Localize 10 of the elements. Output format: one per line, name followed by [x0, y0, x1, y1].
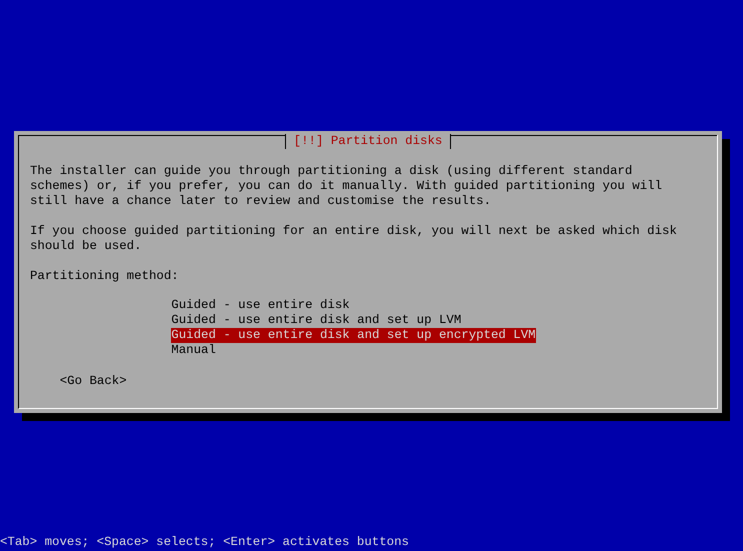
prompt-label: Partitioning method: [30, 269, 180, 284]
menu-option[interactable]: Manual [171, 343, 216, 358]
dialog-title: [!!] Partition disks [284, 134, 452, 148]
description-text: If you choose guided partitioning for an entire disk, you will next be asked which disk should be used. [30, 224, 678, 254]
status-bar-text: <Tab> moves; <Space> selects; <Enter> activates buttons [0, 535, 410, 551]
menu-option[interactable]: Guided - use entire disk [171, 298, 350, 313]
menu-option[interactable]: Guided - use entire disk and set up LVM [171, 313, 462, 328]
go-back-button[interactable]: <Go Back> [60, 374, 127, 389]
description-text: The installer can guide you through partitioning a disk (using different standard schemes) or, if you prefer, you can do it manually. With guided partitioning you will still have a chance later to review and customise the results. [30, 164, 664, 209]
menu-option[interactable]: Guided - use entire disk and set up encrypted LVM [171, 328, 536, 343]
